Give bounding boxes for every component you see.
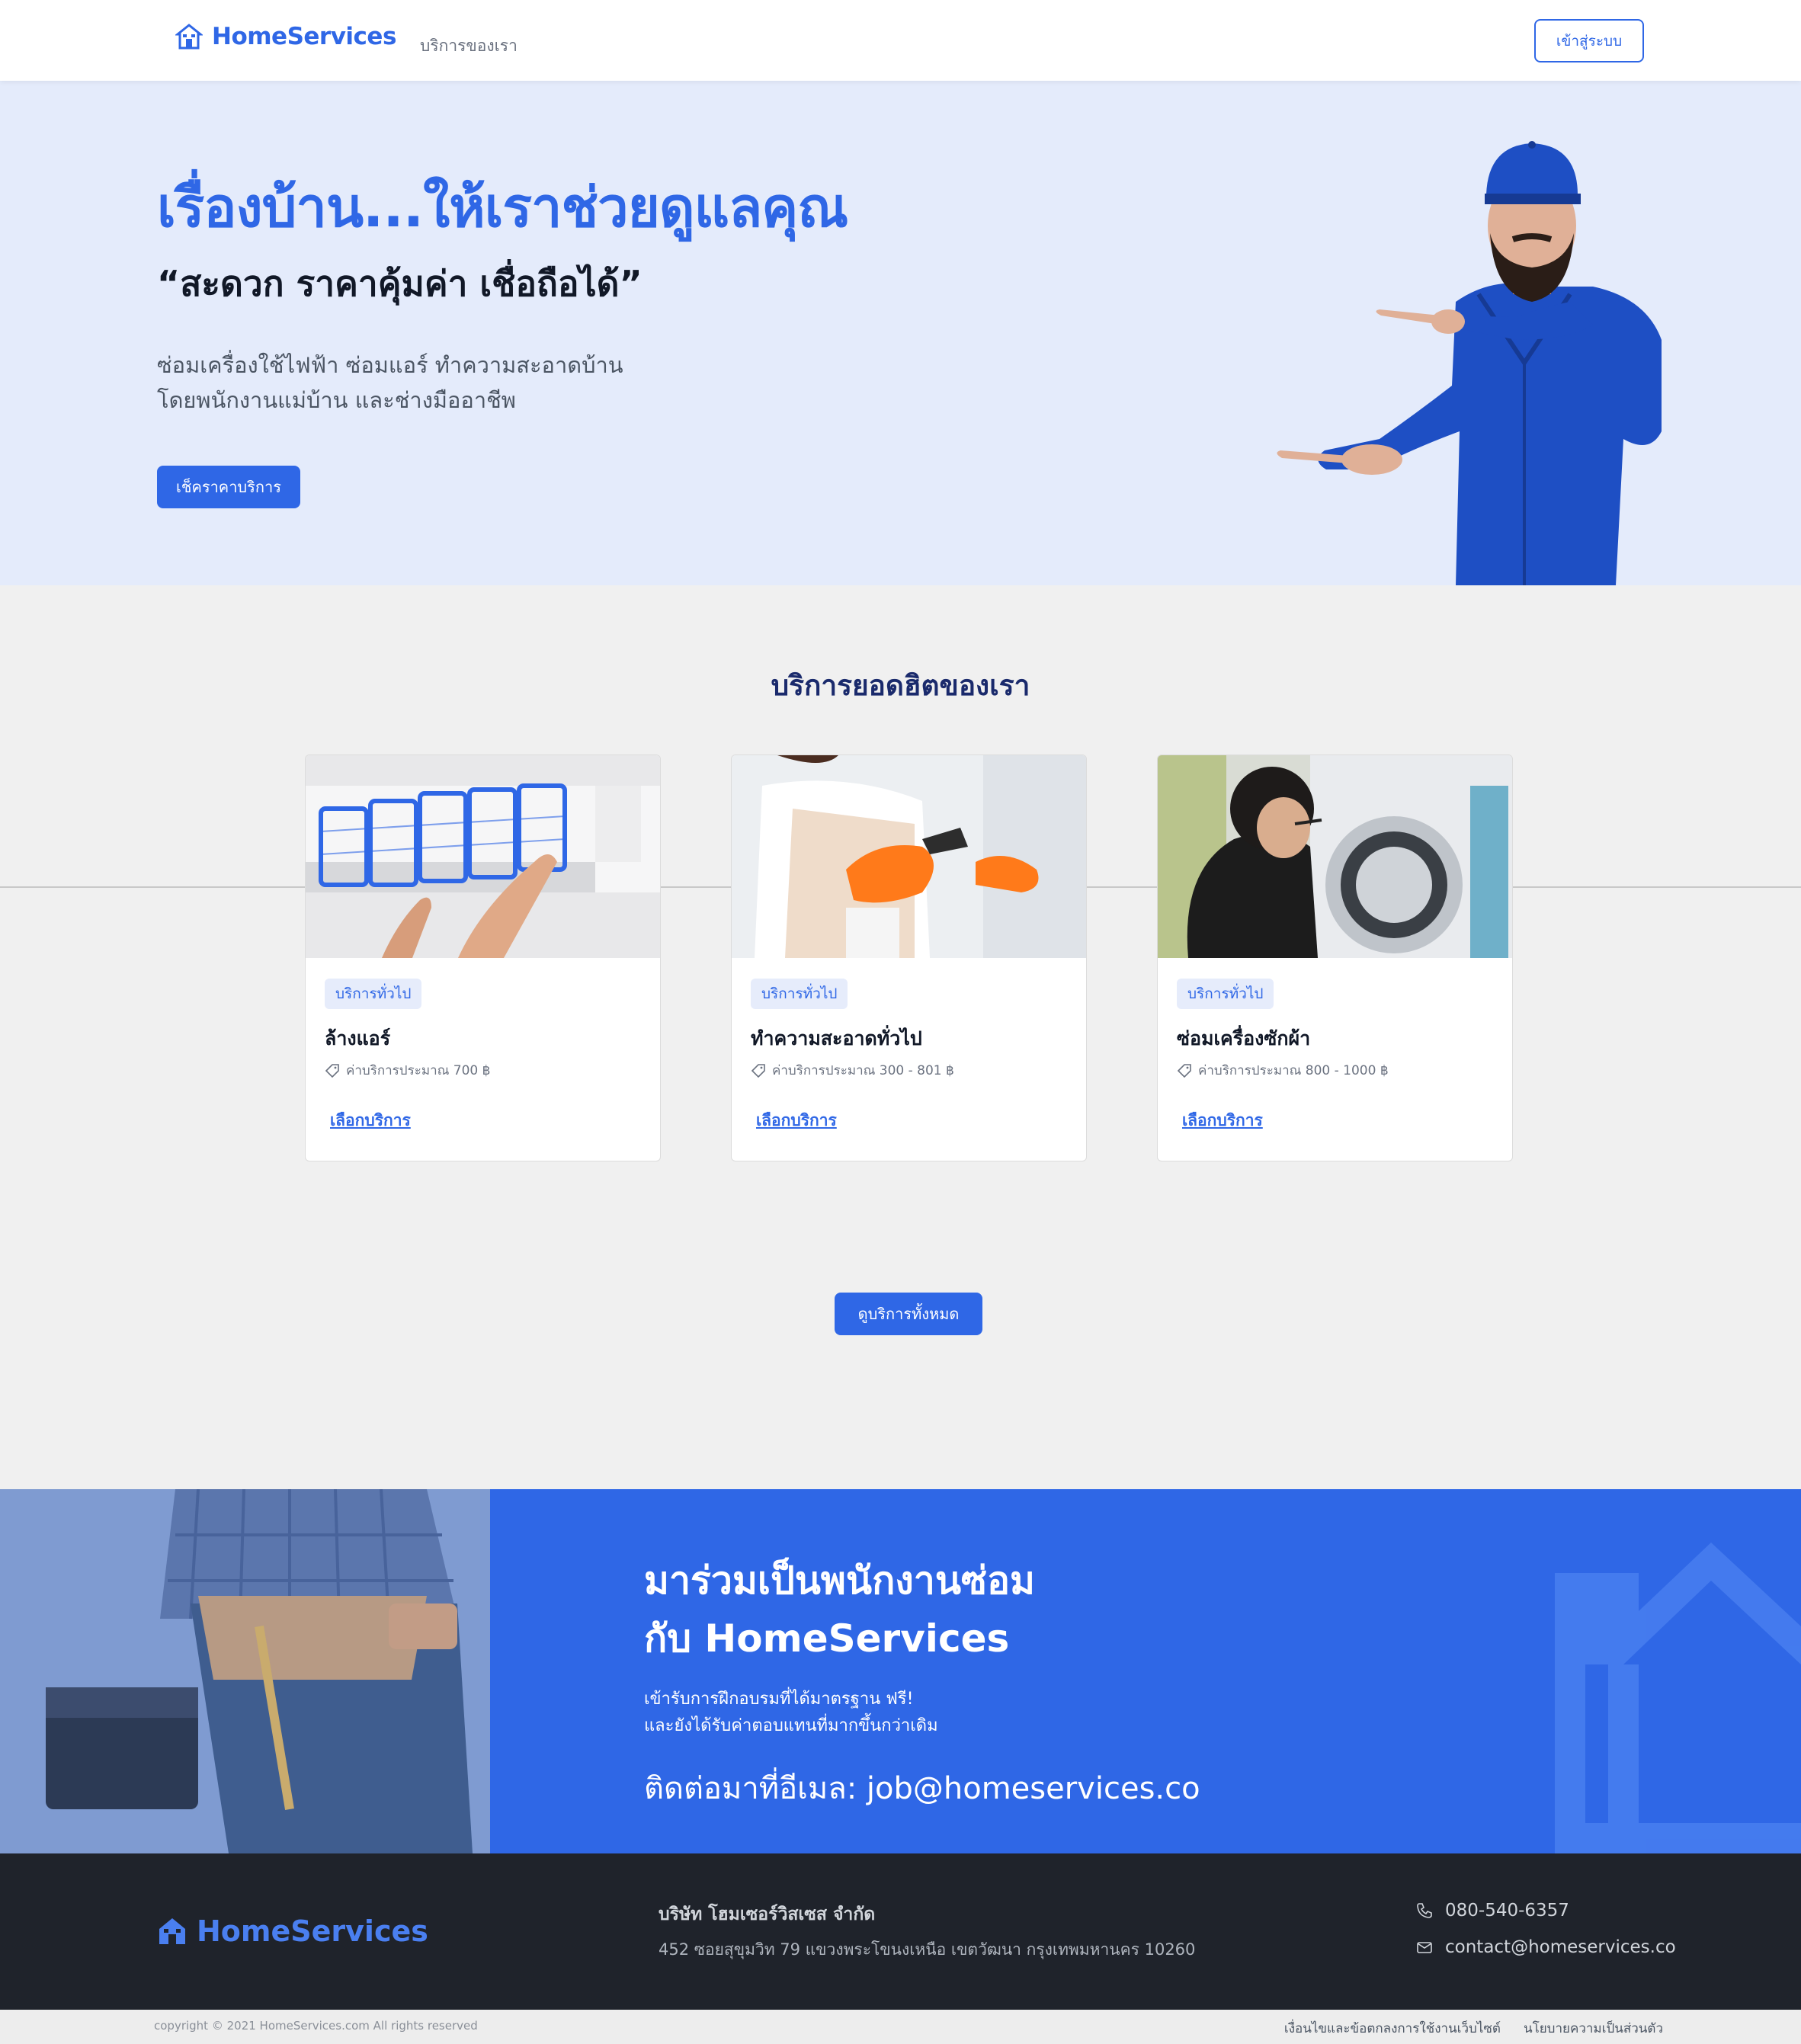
service-card[interactable]: บริการทั่วไป ล้างแอร์ ค่าบริการประมาณ 70… bbox=[305, 754, 661, 1161]
check-price-button[interactable]: เช็คราคาบริการ bbox=[157, 466, 300, 508]
terms-link[interactable]: เงื่อนไขและข้อตกลงการใช้งานเว็บไซต์ bbox=[1284, 2018, 1501, 2039]
select-service-link[interactable]: เลือกบริการ bbox=[756, 1108, 837, 1133]
footer-brand-logo[interactable]: HomeServices bbox=[157, 1914, 428, 1948]
service-title: ล้างแอร์ bbox=[325, 1027, 391, 1049]
service-badge: บริการทั่วไป bbox=[325, 979, 422, 1009]
air-cleaning-image bbox=[306, 755, 660, 958]
footer-phone-text: 080-540-6357 bbox=[1445, 1901, 1569, 1921]
company-address: 452 ซอยสุขุมวิท 79 แขวงพระโขนงเหนือ เขตว… bbox=[659, 1940, 1196, 1959]
service-price-text: ค่าบริการประมาณ 800 - 1000 ฿ bbox=[1198, 1063, 1389, 1078]
brand-logo[interactable]: HomeServices bbox=[175, 23, 396, 50]
cleaning-image bbox=[732, 755, 1086, 958]
company-name: บริษัท โฮมเซอร์วิสเซส จำกัด bbox=[659, 1905, 876, 1924]
service-price: ค่าบริการประมาณ 700 ฿ bbox=[325, 1060, 490, 1081]
service-title: ทำความสะอาดทั่วไป bbox=[751, 1027, 922, 1049]
technician-image bbox=[1277, 141, 1662, 585]
brand-name: HomeServices bbox=[212, 23, 396, 50]
hero-title: เรื่องบ้าน...ให้เราช่วยดูแลคุณ bbox=[157, 175, 848, 239]
recruit-heading: มาร่วมเป็นพนักงานซ่อม กับ HomeServices bbox=[644, 1552, 1035, 1668]
recruit-banner: มาร่วมเป็นพนักงานซ่อม กับ HomeServices เ… bbox=[0, 1489, 1801, 1853]
service-price-text: ค่าบริการประมาณ 300 - 801 ฿ bbox=[772, 1063, 954, 1078]
service-price: ค่าบริการประมาณ 800 - 1000 ฿ bbox=[1177, 1060, 1389, 1081]
service-card[interactable]: บริการทั่วไป ทำความสะอาดทั่วไป ค่าบริการ… bbox=[731, 754, 1087, 1161]
view-all-services-button[interactable]: ดูบริการทั้งหมด bbox=[835, 1293, 982, 1335]
washing-machine-repair-image bbox=[1158, 755, 1512, 958]
bottom-bar: copyright © 2021 HomeServices.com All ri… bbox=[0, 2010, 1801, 2044]
house-icon bbox=[159, 1918, 185, 1944]
hero-subtitle: “สะดวก ราคาคุ้มค่า เชื่อถือได้” bbox=[157, 263, 643, 304]
top-navbar: HomeServices บริการของเรา เข้าสู่ระบบ bbox=[0, 0, 1801, 81]
privacy-link[interactable]: นโยบายความเป็นส่วนตัว bbox=[1524, 2018, 1663, 2039]
service-card[interactable]: บริการทั่วไป ซ่อมเครื่องซักผ้า ค่าบริการ… bbox=[1157, 754, 1513, 1161]
phone-icon bbox=[1417, 1903, 1432, 1918]
legal-links: เงื่อนไขและข้อตกลงการใช้งานเว็บไซต์ นโยบ… bbox=[1284, 2018, 1663, 2039]
select-service-link[interactable]: เลือกบริการ bbox=[1182, 1108, 1263, 1133]
recruit-text-line: และยังได้รับค่าตอบแทนที่มากขึ้นกว่าเดิม bbox=[644, 1716, 938, 1735]
footer-brand-name: HomeServices bbox=[197, 1914, 428, 1948]
copyright-text: copyright © 2021 HomeServices.com All ri… bbox=[154, 2019, 478, 2033]
footer: HomeServices บริษัท โฮมเซอร์วิสเซส จำกัด… bbox=[0, 1853, 1801, 2010]
house-watermark-icon bbox=[1555, 1543, 1801, 1853]
select-service-link[interactable]: เลือกบริการ bbox=[330, 1108, 411, 1133]
footer-email[interactable]: contact@homeservices.co bbox=[1416, 1937, 1676, 1957]
service-title: ซ่อมเครื่องซักผ้า bbox=[1177, 1027, 1311, 1049]
recruit-text-line: เข้ารับการฝึกอบรมที่ได้มาตรฐาน ฟรี! bbox=[644, 1690, 914, 1709]
footer-phone[interactable]: 080-540-6357 bbox=[1416, 1901, 1569, 1921]
recruit-contact-email[interactable]: ติดต่อมาที่อีเมล: job@homeservices.co bbox=[644, 1764, 1200, 1812]
mail-icon bbox=[1417, 1942, 1432, 1953]
hero-section: เรื่องบ้าน...ให้เราช่วยดูแลคุณ “สะดวก รา… bbox=[0, 81, 1801, 585]
hero-description-line: โดยพนักงานแม่บ้าน และช่างมืออาชีพ bbox=[157, 387, 516, 413]
login-button[interactable]: เข้าสู่ระบบ bbox=[1534, 19, 1644, 62]
recruit-text: เข้ารับการฝึกอบรมที่ได้มาตรฐาน ฟรี! และย… bbox=[644, 1686, 938, 1739]
service-price: ค่าบริการประมาณ 300 - 801 ฿ bbox=[751, 1060, 954, 1081]
tag-icon bbox=[325, 1063, 339, 1078]
service-badge: บริการทั่วไป bbox=[1177, 979, 1274, 1009]
footer-email-text: contact@homeservices.co bbox=[1445, 1937, 1676, 1957]
nav-link-services[interactable]: บริการของเรา bbox=[420, 34, 518, 59]
hero-description: ซ่อมเครื่องใช้ไฟฟ้า ซ่อมแอร์ ทำความสะอาด… bbox=[157, 348, 623, 418]
service-badge: บริการทั่วไป bbox=[751, 979, 848, 1009]
hero-description-line: ซ่อมเครื่องใช้ไฟฟ้า ซ่อมแอร์ ทำความสะอาด… bbox=[157, 352, 623, 378]
house-icon bbox=[175, 24, 203, 50]
recruit-heading-line: มาร่วมเป็นพนักงานซ่อม bbox=[644, 1559, 1035, 1603]
worker-toolbelt-image bbox=[0, 1489, 490, 1853]
recruit-heading-line: กับ HomeServices bbox=[644, 1616, 1010, 1661]
popular-services-heading: บริการยอดฮิตของเรา bbox=[771, 669, 1030, 702]
tag-icon bbox=[751, 1063, 765, 1078]
tag-icon bbox=[1177, 1063, 1191, 1078]
service-price-text: ค่าบริการประมาณ 700 ฿ bbox=[346, 1063, 491, 1078]
